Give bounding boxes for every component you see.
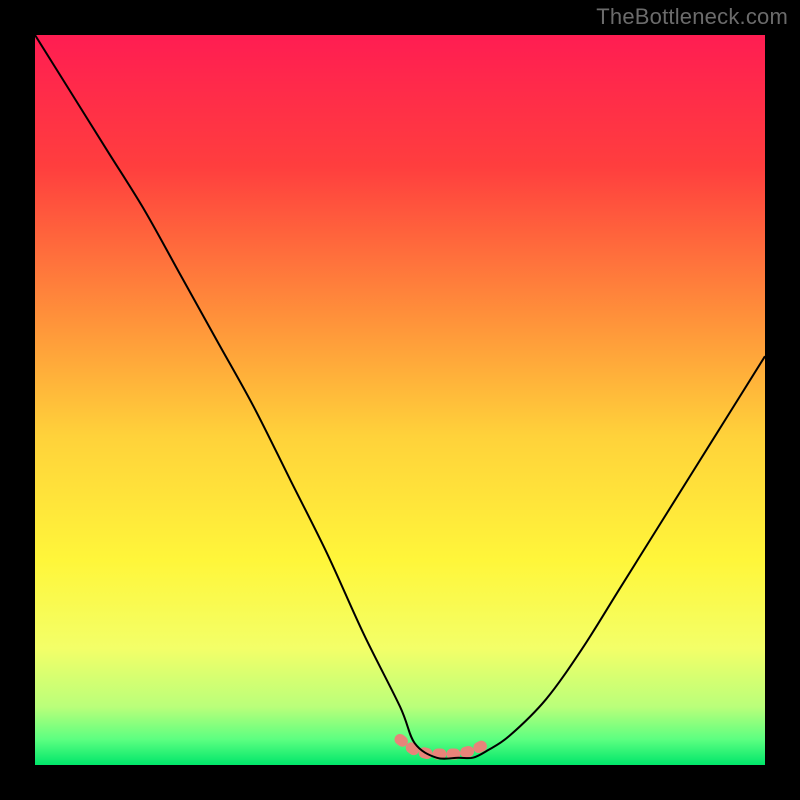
chart-frame: TheBottleneck.com — [0, 0, 800, 800]
watermark-text: TheBottleneck.com — [596, 4, 788, 30]
plot-area — [35, 35, 765, 765]
chart-svg — [35, 35, 765, 765]
gradient-background — [35, 35, 765, 765]
